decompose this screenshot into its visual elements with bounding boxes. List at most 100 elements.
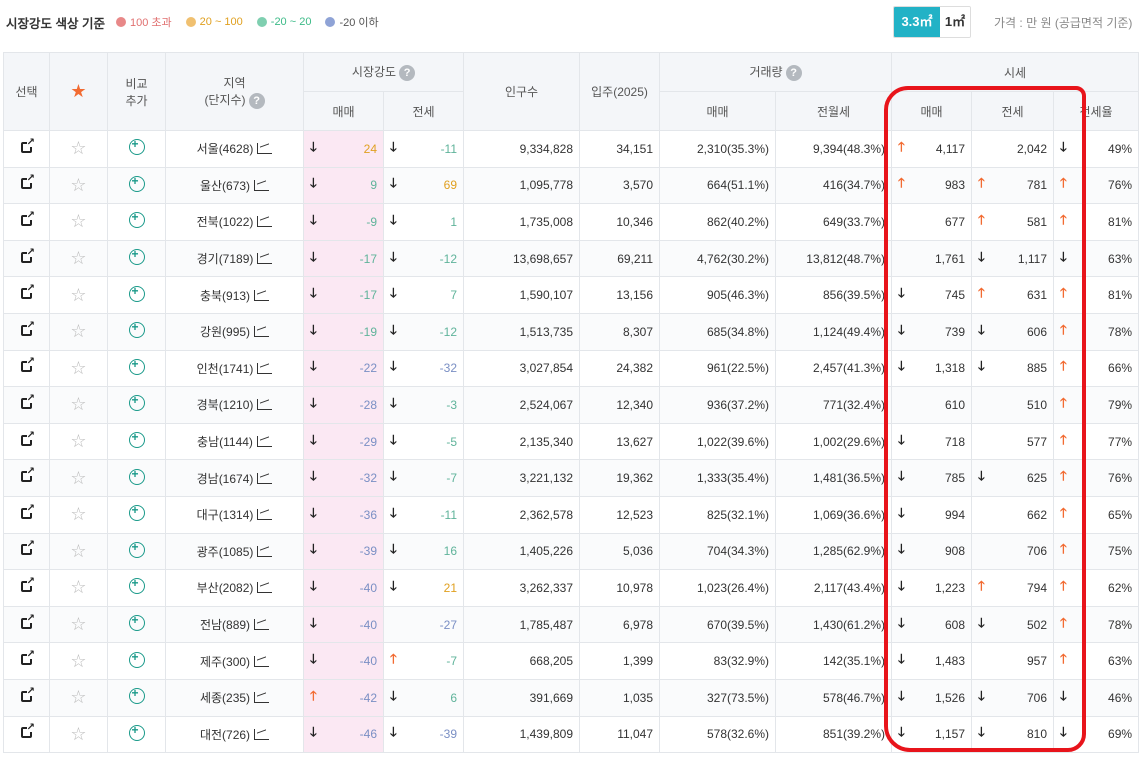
cell-select[interactable] [3,678,50,717]
external-link-icon[interactable] [21,430,35,446]
table-row[interactable]: ☆ 인천(1741) 🡓 -22 🡓 -32 3,027,854 24,382 96… [3,349,1140,388]
region-name[interactable]: 서울(4628) [197,140,254,157]
cell-select[interactable] [3,642,50,680]
table-row[interactable]: ☆ 강원(995) 🡓 -19 🡓 -12 1,513,735 8,307 685(… [3,312,1140,351]
cell-select[interactable] [3,422,50,461]
star-outline-icon[interactable]: ☆ [70,687,86,707]
cell-compare[interactable] [107,642,166,680]
compare-add-icon[interactable] [128,540,145,558]
trend-chart-icon[interactable] [257,399,273,411]
table-row[interactable]: ☆ 대전(726) 🡓 -46 🡓 -39 1,439,809 11,047 578… [3,715,1140,754]
cell-select[interactable] [3,715,50,754]
external-link-icon[interactable] [21,539,35,556]
table-row[interactable]: ☆ 서울(4628) 🡓 24 🡓 -11 9,334,828 34,151 2,3… [3,130,1140,168]
cell-compare[interactable] [107,166,166,205]
region-name[interactable]: 경남(1674) [197,470,254,487]
cell-region[interactable]: 경기(7189) [165,239,304,278]
external-link-icon[interactable] [21,320,35,336]
cell-region[interactable]: 대구(1314) [165,495,304,534]
cell-compare[interactable] [107,386,166,424]
cell-favorite[interactable]: ☆ [49,642,108,680]
cell-region[interactable]: 서울(4628) [165,130,304,168]
compare-add-icon[interactable] [128,723,145,741]
external-link-icon[interactable] [21,393,35,409]
star-outline-icon[interactable]: ☆ [70,504,86,524]
external-link-icon[interactable] [21,356,35,373]
external-link-icon[interactable] [21,649,35,666]
cell-region[interactable]: 부산(2082) [165,569,304,607]
cell-select[interactable] [3,459,50,497]
cell-favorite[interactable]: ☆ [49,312,108,351]
trend-chart-icon[interactable] [254,655,270,667]
region-name[interactable]: 대구(1314) [197,506,254,523]
trend-chart-icon[interactable] [257,472,273,484]
region-name[interactable]: 경북(1210) [197,396,254,413]
star-outline-icon[interactable]: ☆ [70,211,86,231]
cell-favorite[interactable]: ☆ [49,605,108,644]
trend-chart-icon[interactable] [256,436,272,448]
cell-select[interactable] [3,386,50,424]
trend-chart-icon[interactable] [257,509,273,521]
cell-compare[interactable] [107,312,166,351]
cell-select[interactable] [3,532,50,571]
cell-favorite[interactable]: ☆ [49,715,108,754]
external-link-icon[interactable] [21,283,35,300]
cell-region[interactable]: 세종(235) [165,678,304,717]
trend-chart-icon[interactable] [257,143,273,155]
trend-chart-icon[interactable] [254,179,270,191]
cell-favorite[interactable]: ☆ [49,459,108,497]
compare-add-icon[interactable] [128,430,145,449]
cell-select[interactable] [3,495,50,534]
region-name[interactable]: 울산(673) [200,177,250,194]
external-link-icon[interactable] [21,466,35,483]
external-link-icon[interactable] [21,173,35,190]
compare-add-icon[interactable] [128,284,145,302]
trend-chart-icon[interactable] [257,582,273,594]
region-name[interactable]: 부산(2082) [197,579,254,596]
cell-favorite[interactable]: ☆ [49,276,108,314]
trend-chart-icon[interactable] [254,619,270,631]
trend-chart-icon[interactable] [257,545,273,557]
region-name[interactable]: 경기(7189) [197,250,254,267]
cell-region[interactable]: 강원(995) [165,312,304,351]
cell-select[interactable] [3,203,50,241]
external-link-icon[interactable] [21,613,35,629]
external-link-icon[interactable] [21,722,35,739]
cell-select[interactable] [3,349,50,388]
trend-chart-icon[interactable] [254,692,270,704]
cell-select[interactable] [3,166,50,205]
unit-1-button[interactable]: 1㎡ [940,7,970,37]
compare-add-icon[interactable] [128,686,145,705]
star-outline-icon[interactable]: ☆ [70,394,86,414]
cell-region[interactable]: 대전(726) [165,715,304,754]
table-row[interactable]: ☆ 광주(1085) 🡓 -39 🡓 16 1,405,226 5,036 704(… [3,532,1140,571]
unit-3-3-button[interactable]: 3.3㎡ [894,7,940,37]
external-link-icon[interactable] [21,503,35,519]
compare-add-icon[interactable] [128,393,145,412]
compare-add-icon[interactable] [128,650,145,668]
cell-compare[interactable] [107,678,166,717]
cell-compare[interactable] [107,715,166,754]
trend-chart-icon[interactable] [257,216,273,228]
trend-chart-icon[interactable] [254,289,270,301]
table-row[interactable]: ☆ 울산(673) 🡓9 🡓69 1,095,778 3,570 664(51.… [3,166,1140,205]
region-name[interactable]: 전북(1022) [197,213,254,230]
external-link-icon[interactable] [21,210,35,226]
region-name[interactable]: 세종(235) [200,689,250,706]
help-icon[interactable]: ? [399,64,416,81]
compare-add-icon[interactable] [128,503,145,522]
star-outline-icon[interactable]: ☆ [70,724,86,744]
star-outline-icon[interactable]: ☆ [70,614,86,634]
compare-add-icon[interactable] [128,320,145,339]
external-link-icon[interactable] [21,576,35,592]
table-row[interactable]: ☆ 충남(1144) 🡓 -29 🡓 -5 2,135,340 13,627 1,0… [3,422,1140,461]
cell-favorite[interactable]: ☆ [49,386,108,424]
region-name[interactable]: 대전(726) [200,726,250,743]
region-name[interactable]: 광주(1085) [197,543,254,560]
cell-region[interactable]: 충남(1144) [165,422,304,461]
cell-compare[interactable] [107,459,166,497]
table-row[interactable]: ☆ 대구(1314) 🡓 -36 🡓 -11 2,362,578 12,523 82… [3,495,1140,534]
compare-add-icon[interactable] [128,174,145,192]
table-row[interactable]: ☆ 전북(1022) 🡓-9 🡓1 1,735,008 10,346 862(4… [3,203,1140,241]
cell-compare[interactable] [107,569,166,607]
